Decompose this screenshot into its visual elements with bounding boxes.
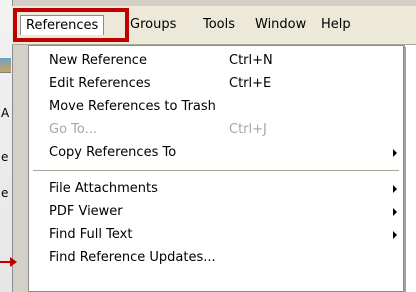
menu-item-label: Go To... <box>49 122 98 137</box>
menu-item-label: File Attachments <box>49 181 158 196</box>
menu-item-label: PDF Viewer <box>49 204 123 219</box>
menu-help[interactable]: Help <box>316 15 356 35</box>
menu-item-shortcut: Ctrl+J <box>229 122 267 137</box>
menu-item-move-to-trash[interactable]: Move References to Trash <box>29 95 403 118</box>
submenu-arrow-icon <box>393 149 397 157</box>
menu-item-label: Edit References <box>49 76 151 91</box>
thumbnail-icon <box>0 58 11 73</box>
submenu-arrow-icon <box>393 185 397 193</box>
menu-window[interactable]: Window <box>250 15 311 35</box>
menu-item-edit-references[interactable]: Edit References Ctrl+E <box>29 72 403 95</box>
menu-item-label: Move References to Trash <box>49 99 216 114</box>
references-dropdown-menu: New Reference Ctrl+N Edit References Ctr… <box>28 45 404 292</box>
menu-tools[interactable]: Tools <box>198 15 240 35</box>
background-glyph: e <box>1 150 9 164</box>
menu-item-copy-references-to[interactable]: Copy References To <box>29 141 403 164</box>
submenu-arrow-icon <box>393 208 397 216</box>
menu-separator <box>33 170 399 171</box>
menu-item-find-reference-updates[interactable]: Find Reference Updates... <box>29 246 403 269</box>
menu-item-shortcut: Ctrl+N <box>229 53 273 68</box>
menu-item-label: New Reference <box>49 53 147 68</box>
menu-item-pdf-viewer[interactable]: PDF Viewer <box>29 200 403 223</box>
menu-item-find-full-text[interactable]: Find Full Text <box>29 223 403 246</box>
menu-item-new-reference[interactable]: New Reference Ctrl+N <box>29 49 403 72</box>
background-glyph: A <box>1 106 10 120</box>
red-pointer-arrow-icon <box>0 257 17 267</box>
menu-item-label: Find Full Text <box>49 227 133 242</box>
menu-item-shortcut: Ctrl+E <box>229 76 272 91</box>
menu-references[interactable]: References <box>20 15 105 35</box>
right-panel-edge <box>404 44 416 292</box>
menu-item-label: Copy References To <box>49 145 177 160</box>
background-glyph: e <box>1 186 9 200</box>
menu-item-label: Find Reference Updates... <box>49 250 216 265</box>
menu-bar: References Groups Tools Window Help <box>12 6 416 45</box>
menu-item-go-to: Go To... Ctrl+J <box>29 118 403 141</box>
menu-groups[interactable]: Groups <box>125 15 181 35</box>
menu-item-file-attachments[interactable]: File Attachments <box>29 177 403 200</box>
submenu-arrow-icon <box>393 231 397 239</box>
